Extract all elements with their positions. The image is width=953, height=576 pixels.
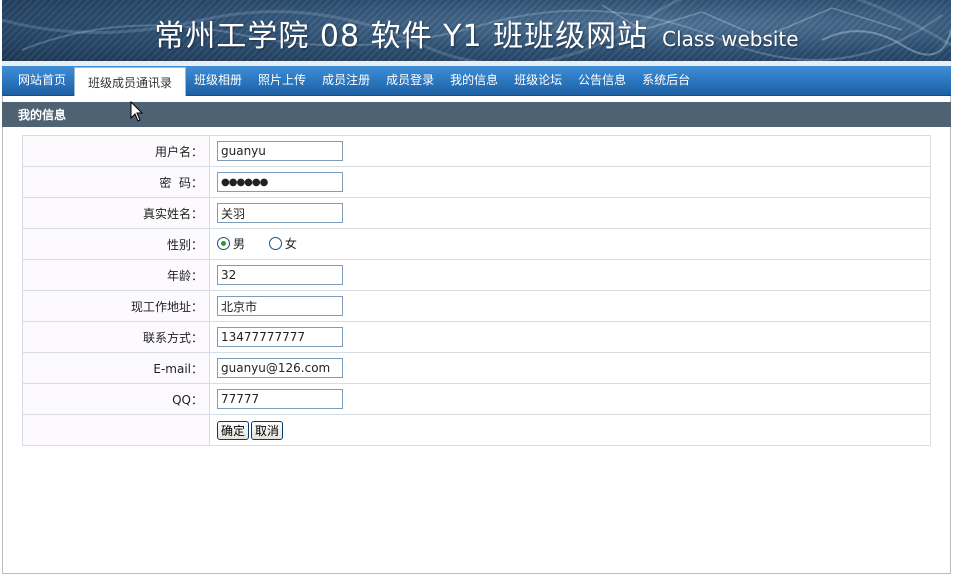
contact-label: 联系方式： xyxy=(22,321,210,353)
site-banner: 常州工学院 08 软件 Y1 班班级网站 Class website xyxy=(2,0,951,61)
nav-item-admin[interactable]: 系统后台 xyxy=(634,66,698,95)
banner-subtitle: Class website xyxy=(662,27,799,51)
nav-item-contacts[interactable]: 班级成员通讯录 xyxy=(74,66,187,96)
nav-item-album[interactable]: 班级相册 xyxy=(186,66,250,95)
nav-item-notice[interactable]: 公告信息 xyxy=(570,66,634,95)
username-input[interactable] xyxy=(217,141,343,161)
gender-female-radio[interactable]: 女 xyxy=(268,235,297,252)
password-input[interactable] xyxy=(217,172,343,192)
realname-input[interactable] xyxy=(217,203,343,223)
form-row-address: 现工作地址： xyxy=(22,290,931,322)
address-input[interactable] xyxy=(217,296,343,316)
gender-label: 性别： xyxy=(22,228,210,260)
form-row-username: 用户名： xyxy=(22,135,931,167)
nav-item-register[interactable]: 成员注册 xyxy=(314,66,378,95)
radio-unchecked-icon xyxy=(268,237,282,250)
nav-item-my-info[interactable]: 我的信息 xyxy=(442,66,506,95)
form-row-password: 密 码： xyxy=(22,166,931,198)
age-input[interactable] xyxy=(217,265,343,285)
username-label: 用户名： xyxy=(22,135,210,167)
qq-input[interactable] xyxy=(217,389,343,409)
email-label: E-mail： xyxy=(22,352,210,384)
radio-checked-icon xyxy=(217,237,230,250)
main-nav: 网站首页 班级成员通讯录 班级相册 照片上传 成员注册 成员登录 我的信息 班级… xyxy=(2,66,951,96)
form-row-realname: 真实姓名： xyxy=(22,197,931,229)
banner-title-text: 常州工学院 08 软件 Y1 班班级网站 xyxy=(154,19,649,54)
contact-input[interactable] xyxy=(217,327,343,347)
email-input[interactable] xyxy=(217,358,343,378)
form-row-contact: 联系方式： xyxy=(22,321,931,353)
form-row-email: E-mail： xyxy=(22,352,931,384)
nav-item-login[interactable]: 成员登录 xyxy=(378,66,442,95)
gender-female-label: 女 xyxy=(284,237,297,251)
gender-male-label: 男 xyxy=(233,237,246,251)
banner-title: 常州工学院 08 软件 Y1 班班级网站 Class website xyxy=(2,11,951,55)
mouse-cursor-icon xyxy=(130,101,144,122)
nav-item-home[interactable]: 网站首页 xyxy=(10,66,74,95)
profile-form: 用户名： 密 码： 真实姓名： 性别： 男 女 年龄： 现工作地址： 联系方式：… xyxy=(22,135,931,446)
cancel-button[interactable]: 取消 xyxy=(251,420,284,440)
form-row-actions: 确定 取消 xyxy=(22,414,931,446)
qq-label: QQ： xyxy=(22,383,210,415)
confirm-button[interactable]: 确定 xyxy=(217,420,250,440)
section-header: 我的信息 xyxy=(2,102,951,127)
form-row-gender: 性别： 男 女 xyxy=(22,228,931,260)
age-label: 年龄： xyxy=(22,259,210,291)
password-label-text: 密 码： xyxy=(159,175,203,190)
nav-item-forum[interactable]: 班级论坛 xyxy=(506,66,570,95)
address-label: 现工作地址： xyxy=(22,290,210,322)
realname-label: 真实姓名： xyxy=(22,197,210,229)
password-label: 密 码： xyxy=(22,166,210,198)
form-row-qq: QQ： xyxy=(22,383,931,415)
actions-label-cell xyxy=(22,414,210,446)
nav-item-upload[interactable]: 照片上传 xyxy=(250,66,314,95)
gender-male-radio[interactable]: 男 xyxy=(217,235,245,252)
form-row-age: 年龄： xyxy=(22,259,931,291)
